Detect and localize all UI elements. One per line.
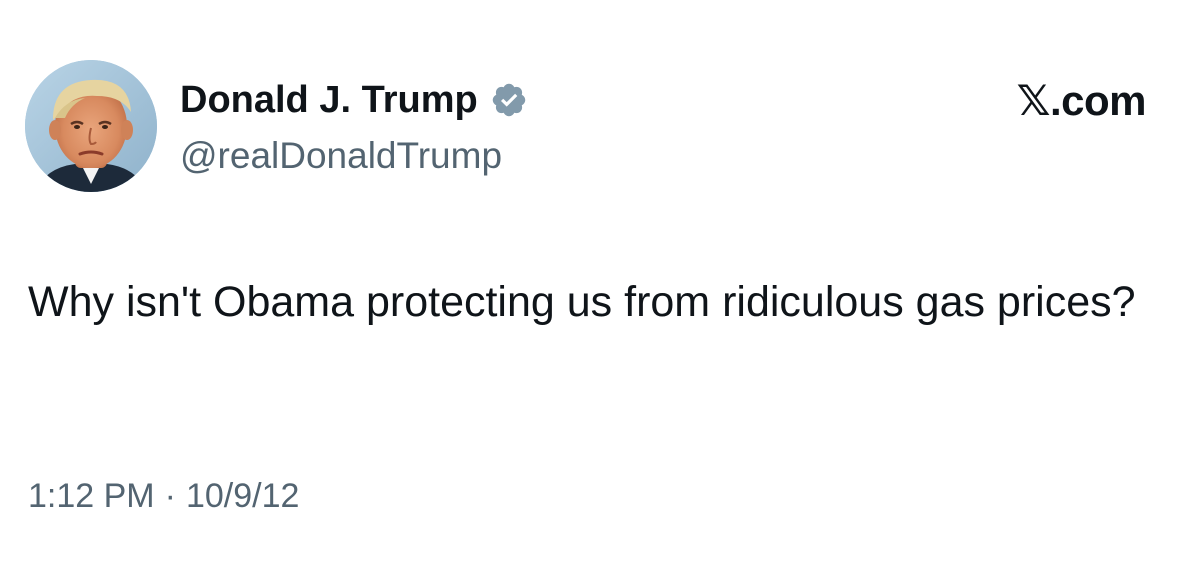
- profile-photo-icon: [25, 60, 157, 192]
- tweet-date: 10/9/12: [185, 477, 300, 515]
- author-name-row[interactable]: Donald J. Trump: [180, 74, 528, 126]
- verified-badge-icon: [490, 81, 528, 119]
- tweet-timestamp[interactable]: 1:12 PM · 10/9/12: [28, 472, 299, 520]
- avatar[interactable]: [25, 60, 157, 192]
- display-name[interactable]: Donald J. Trump: [180, 74, 478, 126]
- tweet-text: Why isn't Obama protecting us from ridic…: [28, 278, 1136, 326]
- author-handle[interactable]: @realDonaldTrump: [180, 132, 502, 180]
- tweet-time: 1:12 PM: [28, 477, 155, 515]
- tweet-card: Donald J. Trump @realDonaldTrump 𝕏.com W…: [0, 0, 1200, 562]
- meta-separator: ·: [164, 477, 176, 515]
- site-brand-logo: 𝕏.com: [1016, 77, 1147, 124]
